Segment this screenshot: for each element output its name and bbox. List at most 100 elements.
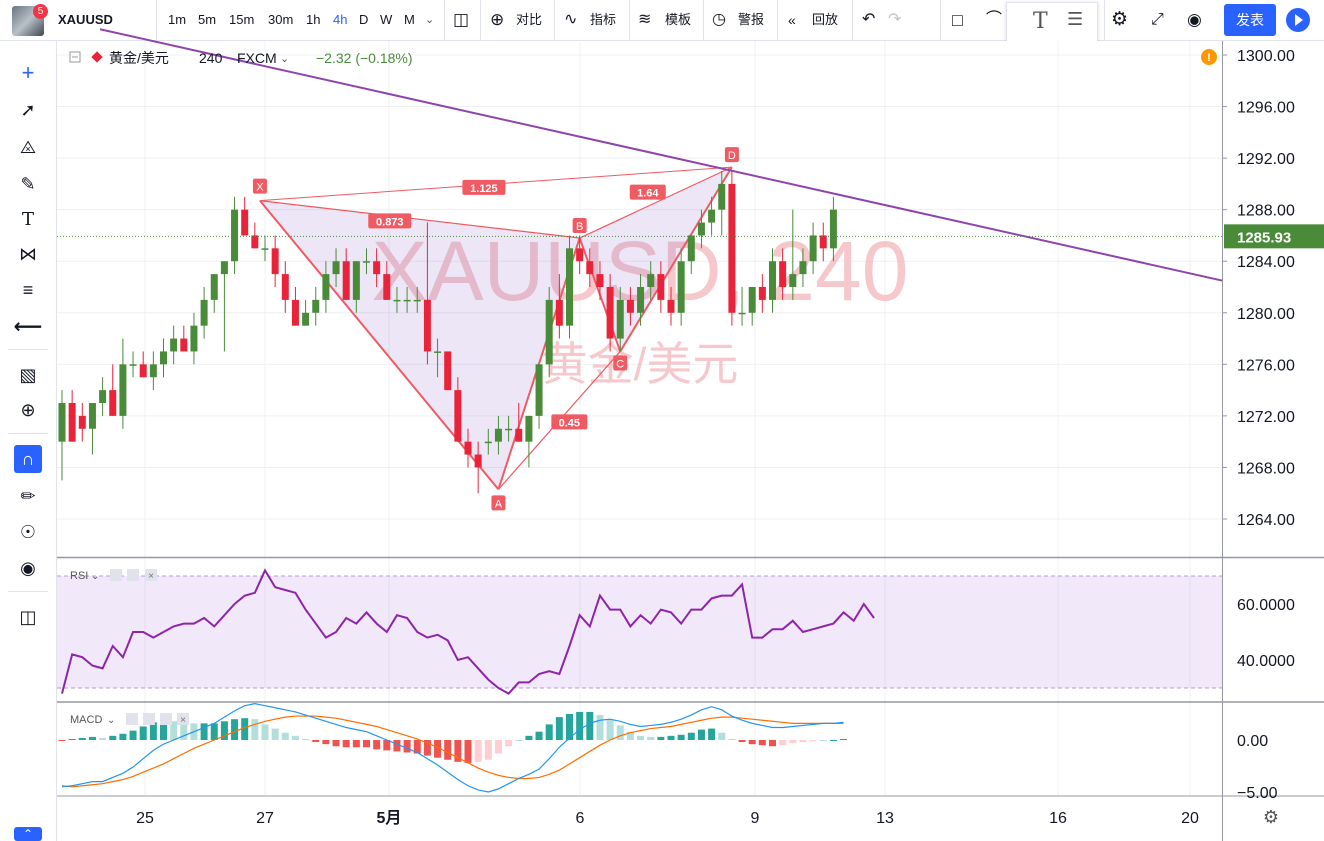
candle-body [231,209,239,262]
candle-body [423,299,431,352]
time-axis: 25 27 5月 6 9 13 16 20 [136,809,1199,827]
legend-chevron-icon[interactable]: ⌄ [280,53,289,65]
candle-body [352,261,360,300]
tradingview-app: 5 XAUUSD 1m 5m 15m 30m 1h 4h D W M ⌄ ◫ ⊕… [0,0,1324,841]
macd-histogram-bar [769,740,776,747]
rsi-visibility-icon[interactable] [110,569,122,581]
macd-settings-icon[interactable] [143,713,155,725]
macd-histogram-bar [342,740,350,748]
price-tick-label: 1292.00 [1237,151,1295,168]
macd-histogram-bar [200,723,208,740]
candle-body [829,209,837,249]
macd-histogram-bar [515,740,523,741]
candle-body [576,248,584,262]
time-tick-label: 25 [136,810,154,827]
candle-body [302,312,310,326]
macd-source-icon[interactable] [160,713,172,725]
candle-body [738,312,746,315]
axis-settings-gear-icon[interactable]: ⚙ [1263,807,1279,827]
macd-histogram-bar [312,740,320,743]
macd-histogram-bar [555,717,563,740]
time-tick-label: 6 [576,810,585,827]
time-tick-label: 16 [1049,810,1067,827]
candle-body [616,299,624,339]
candle-body [444,351,452,391]
candle-body [413,299,421,302]
macd-histogram-bar [474,740,482,762]
candle-body [769,261,776,300]
ratio-label: 0.873 [376,216,404,228]
macd-histogram-bar [647,736,655,740]
candle-body [728,183,736,313]
time-tick-label: 5月 [377,809,402,827]
macd-histogram-bar [687,732,695,740]
macd-histogram-bar [535,731,543,740]
candle-body [99,390,107,403]
candle-body [291,299,299,326]
macd-histogram-bar [109,735,117,740]
macd-histogram-bar [403,740,411,753]
candle-body [220,261,228,275]
rsi-label[interactable]: RSI [70,570,88,582]
legend-symbol-name[interactable]: 黄金/美元 [109,50,169,66]
candle-body [474,454,482,468]
macd-visibility-icon[interactable] [126,713,138,725]
candle-body [68,403,76,442]
macd-histogram-bar [576,711,584,740]
time-tick-label: 20 [1181,810,1199,827]
macd-histogram-bar [88,736,96,740]
macd-pane [58,702,848,793]
macd-histogram-bar [363,740,370,748]
current-price-value: 1285.93 [1237,229,1291,246]
svg-text:!: ! [1207,52,1211,64]
macd-histogram-bar [261,724,269,740]
macd-histogram-bar [464,740,472,763]
macd-histogram-bar [545,724,553,740]
rsi-chevron-icon[interactable]: ⌄ [91,571,99,582]
rsi-settings-icon[interactable] [127,569,139,581]
chart-canvas[interactable]: XAUUSD, 240 黄金/美元 XABCD0.8730.451.641.12… [0,0,1324,841]
candle-body [586,261,594,275]
candle-body [200,299,208,326]
rsi-axis-label: 40.0000 [1237,653,1295,670]
macd-label[interactable]: MACD [70,714,102,726]
macd-histogram-bar [332,740,340,747]
candle-body [180,338,188,352]
price-tick-label: 1284.00 [1237,254,1295,271]
ratio-label: 0.45 [559,417,580,429]
candle-body [505,428,513,431]
svg-text:×: × [180,715,186,726]
rsi-axis-label: 60.0000 [1237,597,1295,614]
time-tick-label: 9 [751,810,760,827]
price-tick-label: 1264.00 [1237,512,1295,529]
macd-histogram-bar [302,738,310,740]
legend-interval: 240 [199,50,223,66]
macd-histogram-bar [251,719,259,740]
candle-body [261,248,269,250]
macd-chevron-icon[interactable]: ⌄ [107,715,115,726]
macd-histogram-bar [352,740,360,748]
candle-body [799,261,807,275]
price-tick-label: 1276.00 [1237,357,1295,374]
candle-body [525,415,533,442]
candle-body [748,287,756,313]
candle-body [109,390,117,416]
candle-body [555,299,563,326]
candle-body [779,261,787,287]
candle-body [494,428,502,442]
candle-body [393,299,401,302]
price-tick-label: 1268.00 [1237,460,1295,477]
candle-body [484,441,492,444]
macd-histogram-bar [78,737,86,740]
price-axis: 1300.00 1296.00 1292.00 1288.00 1284.00 1280.… [1222,48,1295,802]
macd-histogram-bar [677,734,685,740]
candle-body [88,403,96,429]
candle-body [403,299,411,302]
macd-histogram-bar [484,740,492,760]
macd-histogram-bar [809,740,817,742]
candle-body [637,287,645,313]
candle-body [251,235,259,249]
pattern-point-label: C [616,358,624,370]
candle-body [210,274,218,300]
macd-histogram-bar [505,740,513,747]
